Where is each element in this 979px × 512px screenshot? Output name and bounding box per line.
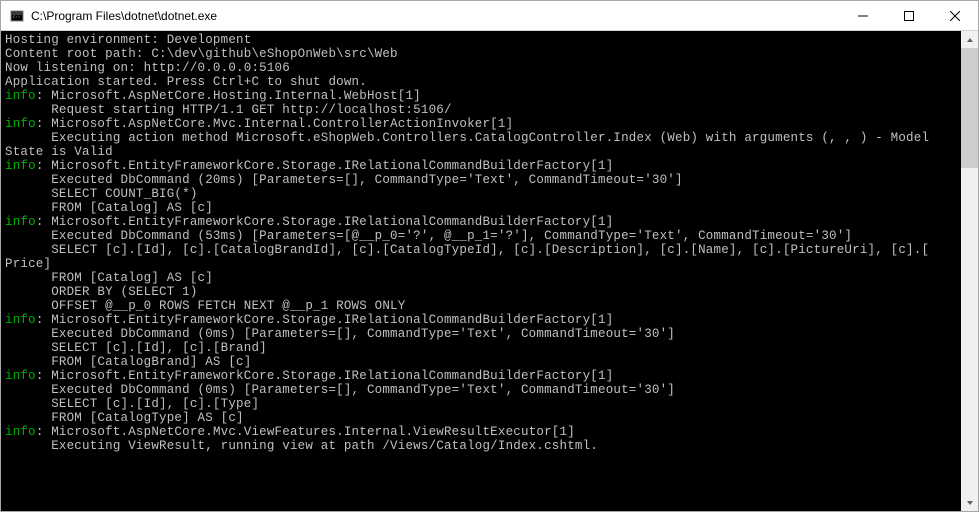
log-line: Request starting HTTP/1.1 GET http://loc… <box>5 103 452 117</box>
scroll-down-arrow-icon[interactable] <box>961 494 978 511</box>
svg-text:C:\: C:\ <box>13 15 21 20</box>
log-line: SELECT [c].[Id], [c].[Brand] <box>5 341 267 355</box>
console-area: Hosting environment: Development Content… <box>1 31 978 511</box>
log-line: : Microsoft.EntityFrameworkCore.Storage.… <box>36 313 614 327</box>
console-output[interactable]: Hosting environment: Development Content… <box>1 31 961 511</box>
scroll-track[interactable] <box>961 48 978 494</box>
log-line: FROM [CatalogBrand] AS [c] <box>5 355 251 369</box>
log-line: Executed DbCommand (53ms) [Parameters=[@… <box>5 229 852 243</box>
log-line: Executed DbCommand (0ms) [Parameters=[],… <box>5 383 675 397</box>
log-line: FROM [Catalog] AS [c] <box>5 271 213 285</box>
log-line: ORDER BY (SELECT 1) <box>5 285 198 299</box>
log-line: Executed DbCommand (20ms) [Parameters=[]… <box>5 173 683 187</box>
log-line: : Microsoft.EntityFrameworkCore.Storage.… <box>36 159 614 173</box>
log-level-info: info <box>5 117 36 131</box>
maximize-button[interactable] <box>886 1 932 30</box>
log-line: SELECT COUNT_BIG(*) <box>5 187 198 201</box>
log-line: State is Valid <box>5 145 113 159</box>
log-line: Executed DbCommand (0ms) [Parameters=[],… <box>5 327 675 341</box>
scroll-thumb[interactable] <box>961 48 978 168</box>
log-line: SELECT [c].[Id], [c].[CatalogBrandId], [… <box>5 243 929 257</box>
log-line: Hosting environment: Development <box>5 33 251 47</box>
close-button[interactable] <box>932 1 978 30</box>
log-line: Price] <box>5 257 51 271</box>
titlebar[interactable]: C:\ C:\Program Files\dotnet\dotnet.exe <box>1 1 978 31</box>
window-title: C:\Program Files\dotnet\dotnet.exe <box>31 9 840 23</box>
log-line: Content root path: C:\dev\github\eShopOn… <box>5 47 398 61</box>
log-line: SELECT [c].[Id], [c].[Type] <box>5 397 259 411</box>
vertical-scrollbar[interactable] <box>961 31 978 511</box>
log-line: FROM [CatalogType] AS [c] <box>5 411 244 425</box>
log-level-info: info <box>5 369 36 383</box>
log-level-info: info <box>5 313 36 327</box>
log-level-info: info <box>5 215 36 229</box>
log-level-info: info <box>5 89 36 103</box>
log-line: : Microsoft.EntityFrameworkCore.Storage.… <box>36 369 614 383</box>
log-line: Now listening on: http://0.0.0.0:5106 <box>5 61 290 75</box>
log-level-info: info <box>5 159 36 173</box>
log-line: Executing ViewResult, running view at pa… <box>5 439 598 453</box>
log-line: : Microsoft.AspNetCore.Mvc.ViewFeatures.… <box>36 425 575 439</box>
log-level-info: info <box>5 425 36 439</box>
log-line: Executing action method Microsoft.eShopW… <box>5 131 929 145</box>
log-line: Application started. Press Ctrl+C to shu… <box>5 75 367 89</box>
log-line: : Microsoft.EntityFrameworkCore.Storage.… <box>36 215 614 229</box>
scroll-up-arrow-icon[interactable] <box>961 31 978 48</box>
log-line: : Microsoft.AspNetCore.Mvc.Internal.Cont… <box>36 117 513 131</box>
log-line: OFFSET @__p_0 ROWS FETCH NEXT @__p_1 ROW… <box>5 299 405 313</box>
log-line: : Microsoft.AspNetCore.Hosting.Internal.… <box>36 89 421 103</box>
minimize-button[interactable] <box>840 1 886 30</box>
log-line: FROM [Catalog] AS [c] <box>5 201 213 215</box>
window-controls <box>840 1 978 30</box>
app-icon: C:\ <box>9 8 25 24</box>
